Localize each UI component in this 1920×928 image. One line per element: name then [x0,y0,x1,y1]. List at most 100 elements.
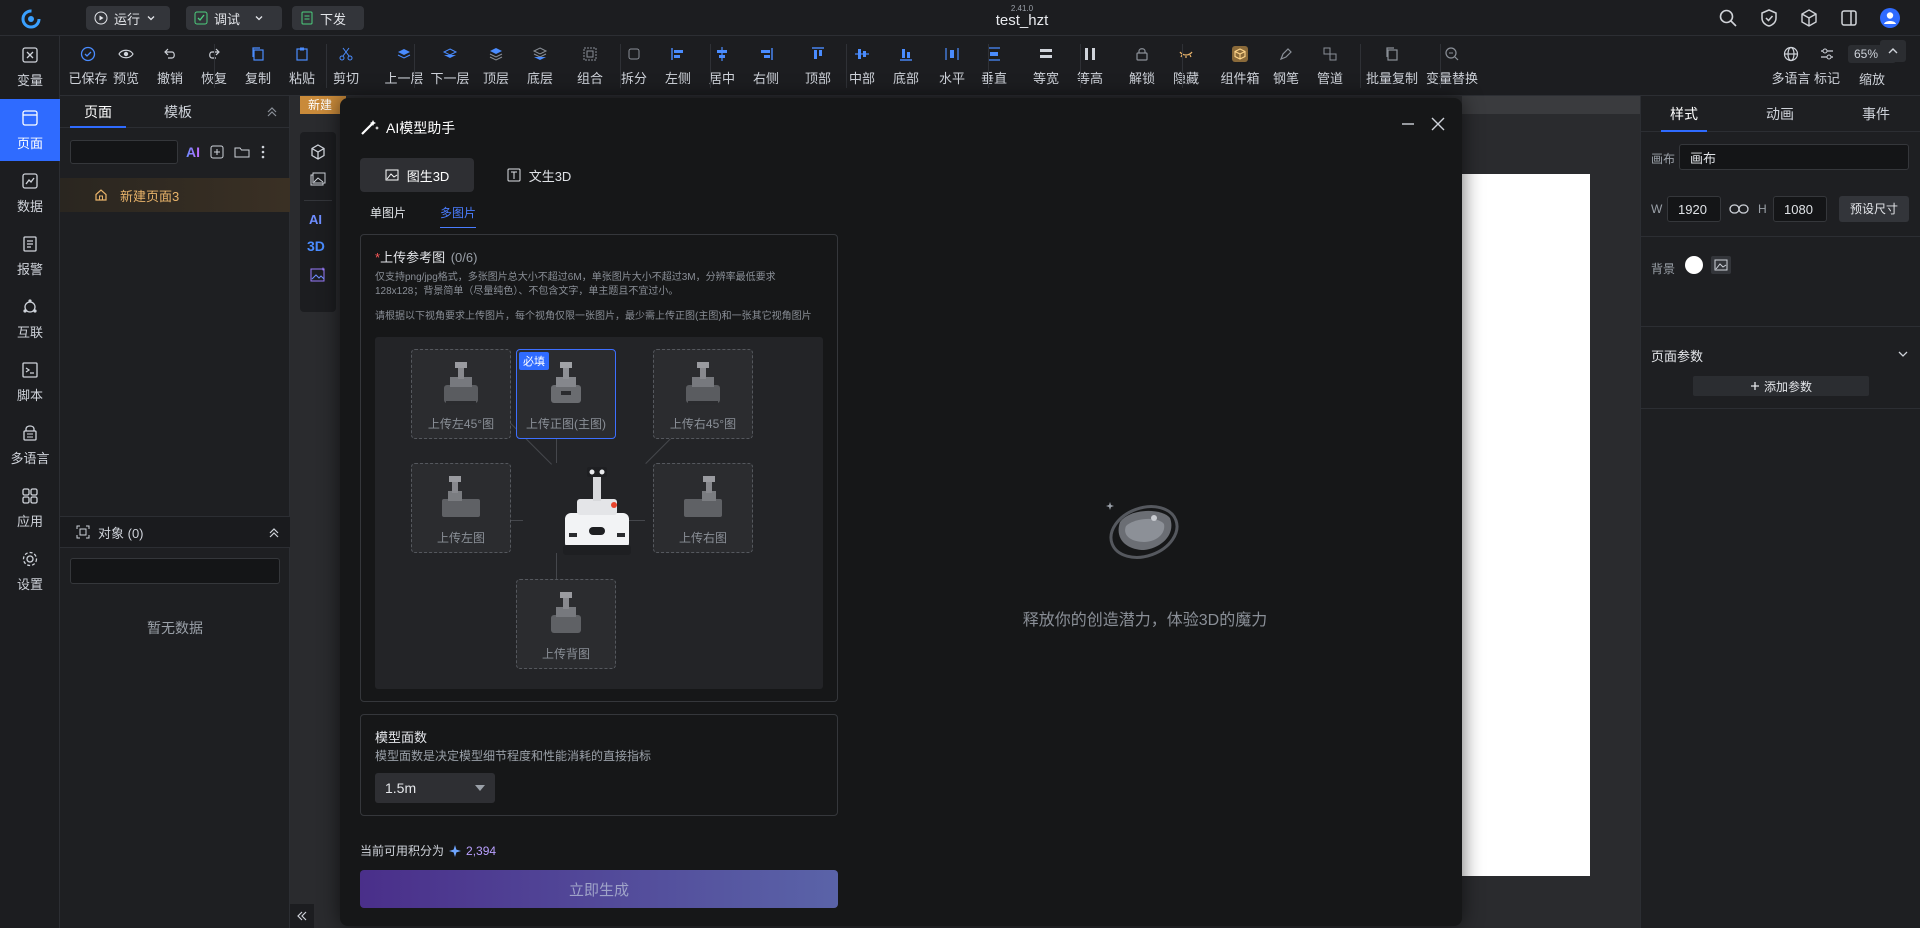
toolbar-same-height-button[interactable]: 等高 [1068,36,1112,96]
toolbar-paste-button[interactable]: 粘贴 [280,36,324,96]
ai-icon[interactable]: AI [186,144,200,160]
upload-card: *上传参考图 (0/6) 仅支持png/jpg格式，多张图片总大小不超过6M，单… [360,234,838,702]
user-avatar-icon[interactable] [1879,7,1901,29]
tab-templates[interactable]: 模板 [150,96,206,128]
toolbar-batch-copy-button[interactable]: 批量复制 [1364,36,1420,96]
shield-check-icon[interactable] [1759,8,1779,28]
toolbar-align-bottom-button[interactable]: 底部 [884,36,928,96]
empty-text: 暂无数据 [147,620,203,636]
face-count-select[interactable]: 1.5m [375,773,495,803]
background-color-swatch[interactable] [1685,256,1703,274]
upload-slot-left[interactable]: 上传左图 [411,463,511,553]
toolbar-preview-button[interactable]: 预览 [104,36,148,96]
toolbar-ungroup-button[interactable]: 拆分 [612,36,656,96]
toolbar-hide-button[interactable]: 隐藏 [1164,36,1208,96]
deploy-button[interactable]: 下发 [292,6,364,30]
project-title: test_hzt [995,12,1049,29]
toolbar-top-layer-button[interactable]: 顶层 [474,36,518,96]
tab-image-to-3d[interactable]: 图生3D [360,158,474,192]
toolbar-horizontal-button[interactable]: 水平 [930,36,974,96]
object-search-input[interactable] [70,558,280,584]
width-input[interactable]: 1920 [1667,196,1721,222]
collapse-up-icon[interactable] [268,527,280,539]
collapse-up-icon[interactable] [266,106,278,118]
image-gallery-icon[interactable] [310,172,326,188]
toolbar-align-right-button[interactable]: 右侧 [744,36,788,96]
upload-slot-right[interactable]: 上传右图 [653,463,753,553]
ai-tool-icon[interactable]: AI [309,212,322,227]
toolbar-vertical-button[interactable]: 垂直 [972,36,1016,96]
toolbar-pen-button[interactable]: 钢笔 [1264,36,1308,96]
rail-item-script[interactable]: 脚本 [0,351,60,413]
run-button[interactable]: 运行 [86,6,170,30]
tab-multi-image[interactable]: 多图片 [440,204,477,228]
minimize-icon[interactable] [1400,116,1416,132]
add-page-icon[interactable] [210,145,224,159]
toolbar-align-top-button[interactable]: 顶部 [796,36,840,96]
search-icon[interactable] [1718,8,1738,28]
page-canvas[interactable] [1462,174,1590,876]
rail-item-variable[interactable]: 变量 [0,36,60,98]
upload-slot-left45[interactable]: 上传左45°图 [411,349,511,439]
cube-icon[interactable] [1799,8,1819,28]
toolbar-copy-button[interactable]: 复制 [236,36,280,96]
copy-icon [250,46,266,62]
toolbar-paste-label: 粘贴 [288,70,315,86]
view-grid: 上传左45°图 必填 上传正图(主图) 上传右45°图 上传左图 上传右图 上传… [375,337,823,689]
app-logo-icon[interactable] [20,8,42,30]
tab-pages[interactable]: 页面 [70,96,126,128]
generate-button[interactable]: 立即生成 [360,870,838,908]
panel-layout-icon[interactable] [1839,8,1859,28]
page-list-item[interactable]: 新建页面3 [60,178,290,212]
toolbar-component-box-button[interactable]: 组件箱 [1212,36,1268,96]
upload-slot-right45[interactable]: 上传右45°图 [653,349,753,439]
toolbar-group-button[interactable]: 组合 [568,36,612,96]
rail-item-data[interactable]: 数据 [0,162,60,224]
folder-icon[interactable] [234,145,250,159]
canvas-name-input[interactable]: 画布 [1679,144,1909,170]
rail-item-connect[interactable]: 互联 [0,288,60,350]
link-ratio-icon[interactable] [1729,202,1749,216]
toolbar-align-left-button[interactable]: 左侧 [656,36,700,96]
rail-item-alarm[interactable]: 报警 [0,225,60,287]
toolbar-mark[interactable]: 标记 [1805,36,1849,96]
add-param-button[interactable]: 添加参数 [1693,376,1869,396]
upload-slot-front[interactable]: 必填 上传正图(主图) [516,349,616,439]
ai-image-icon[interactable] [310,266,326,282]
toolbar-bottom-layer-button[interactable]: 底层 [518,36,562,96]
tab-events[interactable]: 事件 [1853,96,1899,132]
tab-text-to-3d[interactable]: 文生3D [482,158,596,192]
tab-animation[interactable]: 动画 [1757,96,1803,132]
rail-item-language[interactable]: 多语言 [0,414,60,476]
debug-button[interactable]: 调试 [186,6,282,30]
cube-icon[interactable] [310,144,326,160]
sliders-icon [1819,46,1835,62]
toolbar-cut-button[interactable]: 剪切 [324,36,368,96]
toolbar-down-layer-button[interactable]: 下一层 [422,36,478,96]
pipe-icon [1322,46,1338,62]
collapse-toolbar-button[interactable] [1880,40,1906,62]
preset-size-button[interactable]: 预设尺寸 [1839,196,1909,222]
toolbar-same-width-button[interactable]: 等宽 [1024,36,1068,96]
close-icon[interactable] [1430,116,1446,132]
rail-item-apps[interactable]: 应用 [0,477,60,539]
toolbar-pipe-button[interactable]: 管道 [1308,36,1352,96]
more-vertical-icon[interactable] [260,144,266,160]
tab-single-image[interactable]: 单图片 [370,204,406,221]
page-search-input[interactable] [70,140,178,164]
toolbar-align-center-button[interactable]: 居中 [700,36,744,96]
toolbar-unlock-button[interactable]: 解锁 [1120,36,1164,96]
expand-left-button[interactable] [290,904,314,928]
rail-item-settings[interactable]: 设置 [0,540,60,602]
toolbar-var-replace-button[interactable]: 变量替换 [1424,36,1480,96]
3d-tool-icon[interactable]: 3D [307,238,325,254]
toolbar-bottom-layer-label: 底层 [526,70,553,86]
upload-slot-back[interactable]: 上传背图 [516,579,616,669]
ungroup-icon [626,46,642,62]
tab-style[interactable]: 样式 [1661,96,1707,132]
background-image-icon[interactable] [1711,256,1731,274]
chevron-down-icon[interactable] [1897,348,1909,360]
rail-item-page[interactable]: 页面 [0,99,60,161]
height-input[interactable]: 1080 [1773,196,1827,222]
toolbar-undo-button[interactable]: 撤销 [148,36,192,96]
